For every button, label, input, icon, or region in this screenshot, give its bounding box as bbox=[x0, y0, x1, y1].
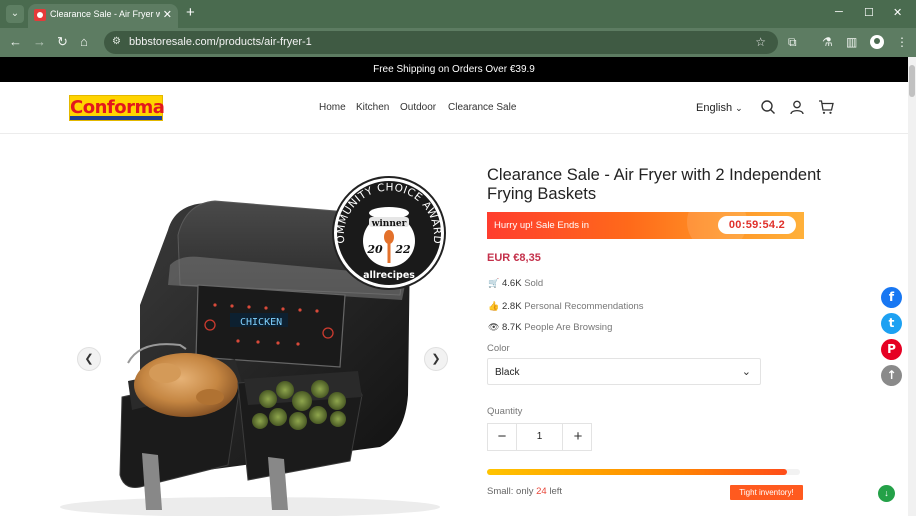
stock-text: Small: only 24 left bbox=[487, 486, 562, 497]
extensions-icon[interactable]: ⧉ bbox=[788, 35, 797, 49]
stock-prefix: Small: only bbox=[487, 486, 534, 497]
chevron-down-icon: ⌄ bbox=[735, 103, 743, 113]
favicon-icon bbox=[34, 9, 46, 21]
color-value: Black bbox=[495, 367, 520, 378]
home-icon[interactable]: ⌂ bbox=[80, 35, 88, 49]
award-winner-text: winner bbox=[371, 219, 407, 229]
award-year-left: 20 bbox=[366, 243, 383, 256]
address-bar[interactable]: ⚙ bbbstoresale.com/products/air-fryer-1 … bbox=[104, 31, 778, 54]
browser-tab[interactable]: Clearance Sale - Air Fryer with ✕ bbox=[28, 4, 178, 28]
profile-avatar[interactable] bbox=[870, 35, 884, 49]
stat-label: Sold bbox=[524, 278, 544, 289]
inventory-badge: Tight inventory! bbox=[730, 485, 803, 500]
back-icon[interactable]: ← bbox=[9, 35, 22, 49]
side-panel-icon[interactable]: ▥ bbox=[846, 35, 857, 49]
award-brand-text: allrecipes bbox=[363, 270, 415, 281]
new-tab-icon[interactable]: + bbox=[186, 4, 195, 21]
next-image-button[interactable]: ❯ bbox=[424, 347, 448, 371]
stat-label: Personal Recommendations bbox=[524, 301, 644, 312]
stock-progress-bar bbox=[487, 469, 800, 475]
increase-quantity-button[interactable]: + bbox=[564, 424, 592, 450]
cart-icon[interactable] bbox=[818, 99, 834, 115]
logo-stripe bbox=[70, 116, 162, 120]
chevron-down-icon: ⌄ bbox=[741, 366, 751, 378]
nav-outdoor[interactable]: Outdoor bbox=[400, 102, 436, 113]
search-icon[interactable] bbox=[760, 99, 776, 115]
store-logo[interactable]: Conforma bbox=[69, 95, 165, 121]
eye-icon: 👁 bbox=[488, 322, 500, 332]
sale-text: Hurry up! Sale Ends in bbox=[494, 220, 590, 231]
tab-search-icon[interactable]: ⌄ bbox=[6, 5, 24, 23]
stat-browsing: 👁 8.7K People Are Browsing bbox=[488, 322, 612, 333]
product-image[interactable]: CHICKEN OMMUNITY CHOICE AWARD winner 20 … bbox=[0, 126, 472, 516]
forward-icon[interactable]: → bbox=[33, 35, 46, 49]
color-select[interactable]: Black ⌄ bbox=[487, 358, 761, 385]
color-label: Color bbox=[487, 343, 510, 354]
product-gallery: CHICKEN OMMUNITY CHOICE AWARD winner 20 … bbox=[0, 126, 472, 516]
labs-icon[interactable]: ⚗ bbox=[822, 35, 833, 49]
bookmark-star-icon[interactable]: ☆ bbox=[755, 35, 766, 49]
sale-countdown-banner: Hurry up! Sale Ends in 00:59:54.2 bbox=[487, 212, 804, 239]
url-text[interactable]: bbbstoresale.com/products/air-fryer-1 bbox=[129, 36, 312, 48]
nav-clearance-sale[interactable]: Clearance Sale bbox=[448, 102, 516, 113]
chevron-left-icon: ❮ bbox=[84, 353, 94, 365]
page-scrollbar[interactable] bbox=[908, 57, 916, 516]
stat-label: People Are Browsing bbox=[524, 322, 613, 333]
chevron-right-icon: ❯ bbox=[431, 353, 441, 365]
prev-image-button[interactable]: ❮ bbox=[77, 347, 101, 371]
stat-value: 8.7K bbox=[502, 322, 522, 333]
site-header: Conforma Home Kitchen Outdoor Clearance … bbox=[0, 82, 908, 134]
address-toolbar: ← → ↻ ⌂ ⚙ bbbstoresale.com/products/air-… bbox=[0, 28, 916, 57]
nav-kitchen[interactable]: Kitchen bbox=[356, 102, 389, 113]
tab-close-icon[interactable]: ✕ bbox=[163, 8, 172, 21]
language-selector[interactable]: English ⌄ bbox=[696, 102, 743, 114]
site-info-icon[interactable]: ⚙ bbox=[112, 36, 121, 47]
stock-progress-fill bbox=[487, 469, 788, 475]
stock-count: 24 bbox=[536, 486, 547, 497]
minimize-icon[interactable]: ─ bbox=[835, 6, 843, 18]
product-title: Clearance Sale - Air Fryer with 2 Indepe… bbox=[487, 166, 821, 203]
language-label: English bbox=[696, 102, 733, 114]
stat-value: 4.6K bbox=[502, 278, 522, 289]
facebook-share-icon[interactable]: f bbox=[881, 287, 902, 308]
stat-value: 2.8K bbox=[502, 301, 522, 312]
nav-home[interactable]: Home bbox=[319, 102, 346, 113]
maximize-icon[interactable]: ☐ bbox=[864, 6, 874, 19]
browser-menu-icon[interactable]: ⋮ bbox=[896, 35, 908, 49]
browser-tab-strip: ⌄ Clearance Sale - Air Fryer with ✕ + ─ … bbox=[0, 0, 916, 28]
account-icon[interactable] bbox=[789, 99, 805, 115]
quantity-label: Quantity bbox=[487, 406, 523, 417]
award-year-right: 22 bbox=[394, 243, 411, 256]
display-text: CHICKEN bbox=[240, 317, 282, 328]
stat-sold: 🛒 4.6K Sold bbox=[488, 278, 543, 289]
chat-support-icon[interactable]: ↓ bbox=[878, 485, 895, 502]
stat-recommendations: 👍 2.8K Personal Recommendations bbox=[488, 301, 644, 312]
thumbs-up-icon: 👍 bbox=[488, 301, 500, 311]
twitter-share-icon[interactable]: t bbox=[881, 313, 902, 334]
countdown-timer: 00:59:54.2 bbox=[718, 216, 796, 234]
back-to-top-icon[interactable]: ↑ bbox=[881, 365, 902, 386]
announcement-bar: Free Shipping on Orders Over €39.9 bbox=[0, 57, 908, 82]
window-close-icon[interactable]: ✕ bbox=[893, 6, 902, 19]
logo-text: Conforma bbox=[70, 97, 165, 118]
pinterest-share-icon[interactable]: P bbox=[881, 339, 902, 360]
quantity-stepper: − 1 + bbox=[487, 423, 592, 451]
cart-icon: 🛒 bbox=[488, 278, 500, 288]
tab-title: Clearance Sale - Air Fryer with bbox=[50, 9, 160, 19]
scrollbar-thumb[interactable] bbox=[909, 65, 915, 97]
product-price: EUR €8,35 bbox=[487, 252, 541, 264]
quantity-input[interactable]: 1 bbox=[516, 424, 563, 450]
stock-suffix: left bbox=[549, 486, 563, 497]
reload-icon[interactable]: ↻ bbox=[57, 35, 68, 49]
decrease-quantity-button[interactable]: − bbox=[488, 424, 516, 450]
